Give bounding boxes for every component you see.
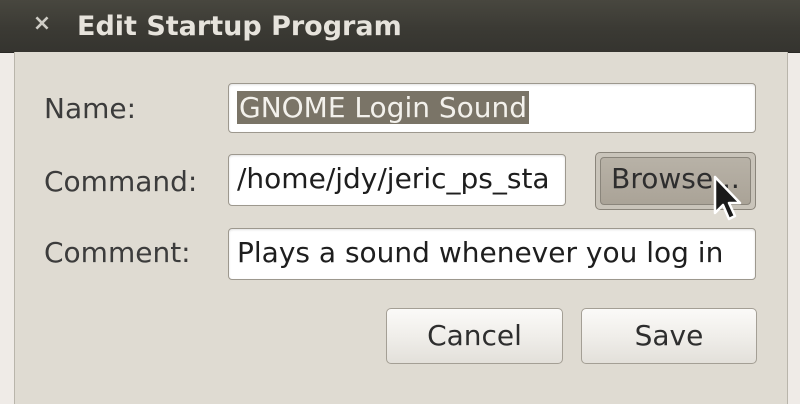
name-label: Name: xyxy=(44,92,137,125)
command-label: Command: xyxy=(44,165,198,198)
window-title: Edit Startup Program xyxy=(77,11,402,42)
name-input[interactable]: GNOME Login Sound xyxy=(228,83,756,133)
close-icon[interactable]: × xyxy=(27,11,57,37)
title-bar[interactable]: × Edit Startup Program xyxy=(0,0,800,53)
dialog-body: Name: GNOME Login Sound Command: /home/j… xyxy=(14,52,788,404)
name-input-selected-text: GNOME Login Sound xyxy=(237,91,530,124)
command-input[interactable]: /home/jdy/jeric_ps_sta xyxy=(228,154,566,206)
comment-label: Comment: xyxy=(44,236,191,269)
cancel-button[interactable]: Cancel xyxy=(386,308,563,364)
mouse-pointer-icon xyxy=(713,175,742,221)
edit-startup-program-dialog: × Edit Startup Program Name: GNOME Login… xyxy=(0,0,800,404)
comment-input[interactable]: Plays a sound whenever you log in xyxy=(228,228,756,280)
save-button[interactable]: Save xyxy=(581,308,757,364)
